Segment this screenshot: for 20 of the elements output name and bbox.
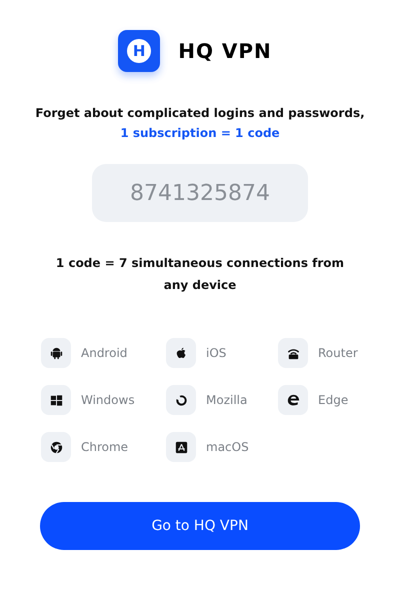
platform-label: Router: [318, 346, 358, 360]
access-code: 8741325874: [92, 164, 308, 222]
chrome-icon: [48, 440, 64, 454]
edge-icon: [286, 392, 300, 408]
platform-label: Windows: [81, 393, 135, 407]
connections-note: 1 code = 7 simultaneous connections from any device: [54, 255, 346, 294]
platform-label: iOS: [206, 346, 226, 360]
platform-label: Android: [81, 346, 128, 360]
subscription-note: 1 subscription = 1 code: [120, 126, 280, 140]
platform-label: Mozilla: [206, 393, 248, 407]
platform-label: macOS: [206, 440, 249, 454]
app-logo: H: [118, 30, 160, 72]
platform-label: Chrome: [81, 440, 128, 454]
windows-icon: [48, 392, 64, 408]
tagline: Forget about complicated logins and passwords,: [35, 106, 365, 120]
go-button[interactable]: Go to HQ VPN: [40, 502, 360, 550]
android-icon: [48, 346, 64, 360]
app-store-icon: [174, 440, 188, 454]
platform-label: Edge: [318, 393, 348, 407]
brand-name: HQ VPN: [178, 39, 272, 63]
